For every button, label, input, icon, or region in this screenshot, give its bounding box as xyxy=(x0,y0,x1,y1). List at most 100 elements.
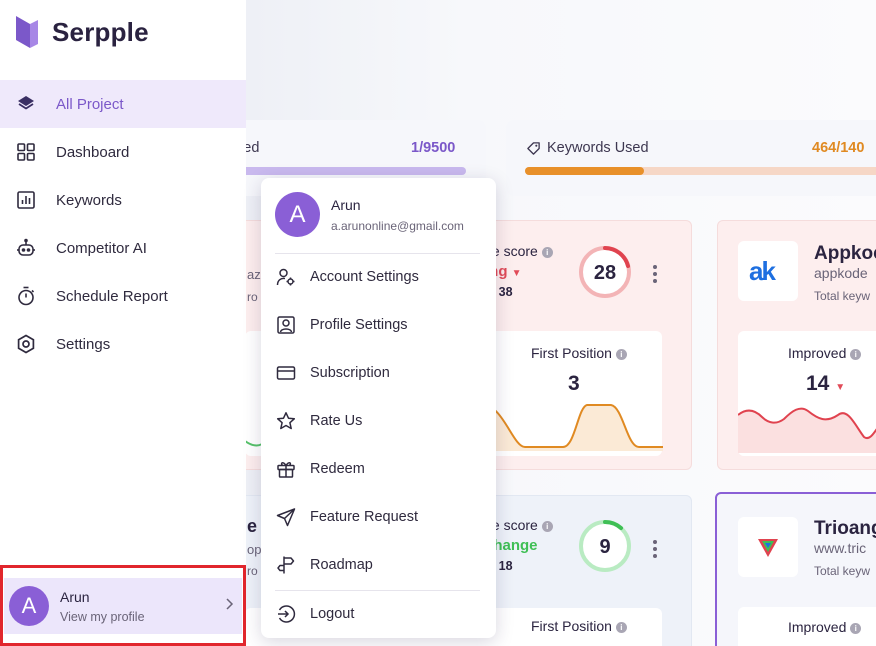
info-icon: i xyxy=(615,621,627,633)
info-icon: i xyxy=(850,348,862,360)
menu-item-label: Logout xyxy=(310,606,355,622)
trioang-logo xyxy=(738,517,798,577)
menu-item-subscription[interactable]: Subscription xyxy=(275,356,480,390)
sidebar-item-label: Competitor AI xyxy=(56,239,147,257)
dropdown-user-email: a.arunonline@gmail.com xyxy=(331,218,464,233)
menu-item-feature-request[interactable]: Feature Request xyxy=(275,500,480,534)
keywords-used-value: 464/140 xyxy=(812,140,865,156)
stopwatch-icon xyxy=(16,286,36,306)
menu-item-label: Profile Settings xyxy=(310,317,408,333)
menu-item-label: Redeem xyxy=(310,461,365,477)
dropdown-user-header: A Arun a.arunonline@gmail.com xyxy=(275,192,464,237)
improved-label: Improved i xyxy=(788,345,862,361)
sidebar-item-all-project[interactable]: All Project xyxy=(0,80,246,128)
keywords-used-label: Keywords Used xyxy=(547,140,649,156)
projects-used-bar xyxy=(246,167,466,175)
profile-highlight: A Arun View my profile xyxy=(0,565,246,646)
sidebar-item-label: Settings xyxy=(56,335,111,353)
project-card-2-name: Appkoc xyxy=(814,243,876,264)
project-card-3-url-partial: op xyxy=(247,542,262,557)
menu-item-label: Account Settings xyxy=(310,269,419,285)
menu-item-label: Roadmap xyxy=(310,557,373,573)
serpple-logo-icon xyxy=(16,16,38,48)
menu-item-label: Subscription xyxy=(310,365,390,381)
project-card-2-url: appkode xyxy=(814,265,868,281)
sidebar-item-competitor-ai[interactable]: Competitor AI xyxy=(0,224,246,272)
dropdown-user-name: Arun xyxy=(331,196,361,213)
menu-item-account-settings[interactable]: Account Settings xyxy=(275,260,480,294)
first-position-sparkline xyxy=(483,404,663,451)
project-card-4-name: Trioang xyxy=(814,518,876,539)
grid-icon xyxy=(16,142,36,162)
signpost-icon xyxy=(275,554,297,576)
divider xyxy=(275,253,480,254)
sidebar-item-schedule-report[interactable]: Schedule Report xyxy=(0,272,246,320)
project-card-2-total: Total keyw xyxy=(814,289,871,303)
id-card-icon xyxy=(275,314,297,336)
sidebar-item-label: Schedule Report xyxy=(56,287,168,305)
project-card-4-url: www.tric xyxy=(814,540,867,556)
view-profile-button[interactable]: A Arun View my profile xyxy=(4,578,242,634)
improved-label: Improved i xyxy=(788,619,862,635)
star-icon xyxy=(275,410,297,432)
project-card-2[interactable]: ak Appkoc appkode Total keyw Improved i … xyxy=(717,220,876,470)
menu-item-label: Feature Request xyxy=(310,509,419,525)
project-card-4-total: Total keyw xyxy=(814,564,871,578)
score-value: 9 xyxy=(599,536,611,558)
more-options-icon[interactable] xyxy=(653,265,657,286)
project-card-1-url-partial: ro xyxy=(247,290,258,304)
sidebar-item-label: Dashboard xyxy=(56,143,130,161)
info-icon: i xyxy=(541,520,553,532)
score-value: 28 xyxy=(593,262,617,284)
down-arrow-icon: ▼ xyxy=(835,382,846,393)
app-logo[interactable]: Serpple xyxy=(16,14,149,50)
improved-card: Improved i 14 ▼ xyxy=(738,331,876,456)
info-icon: i xyxy=(615,348,627,360)
down-arrow-icon: ▼ xyxy=(511,268,522,279)
keywords-used-stat: Keywords Used 464/140 xyxy=(506,120,876,196)
first-position-label: First Position i xyxy=(531,345,627,361)
menu-item-roadmap[interactable]: Roadmap xyxy=(275,548,480,582)
sidebar-item-dashboard[interactable]: Dashboard xyxy=(0,128,246,176)
sidebar-item-settings[interactable]: Settings xyxy=(0,320,246,368)
layers-icon xyxy=(16,94,36,114)
app-name: Serpple xyxy=(52,16,149,47)
projects-used-label: sed xyxy=(246,140,260,156)
improved-sparkline xyxy=(738,407,876,453)
profile-dropdown-menu: A Arun a.arunonline@gmail.com Account Se… xyxy=(261,178,496,638)
user-cog-icon xyxy=(275,266,297,288)
improved-card: Improved i xyxy=(738,607,876,646)
menu-item-redeem[interactable]: Redeem xyxy=(275,452,480,486)
sidebar-nav: All Project Dashboard Keywords Competito… xyxy=(0,80,246,368)
keywords-used-bar xyxy=(525,167,876,175)
improved-value: 14 ▼ xyxy=(806,372,846,395)
project-card-3-total-partial: ro xyxy=(247,564,258,578)
profile-subtitle: View my profile xyxy=(60,609,145,624)
profile-name: Arun xyxy=(60,588,90,605)
bar-chart-icon xyxy=(16,190,36,210)
menu-item-label: Rate Us xyxy=(310,413,363,429)
info-icon: i xyxy=(541,246,553,258)
menu-item-logout[interactable]: Logout xyxy=(275,597,480,631)
appkode-logo: ak xyxy=(738,241,798,301)
projects-used-value: 1/9500 xyxy=(411,140,456,156)
send-icon xyxy=(275,506,297,528)
first-position-label: First Position i xyxy=(531,618,627,634)
more-options-icon[interactable] xyxy=(653,540,657,561)
logout-icon xyxy=(275,603,297,625)
sidebar-item-keywords[interactable]: Keywords xyxy=(0,176,246,224)
avatar: A xyxy=(275,192,320,237)
tag-icon xyxy=(526,141,541,161)
sidebar-item-label: All Project xyxy=(56,95,124,113)
keywords-used-bar-fill xyxy=(525,167,644,175)
credit-card-icon xyxy=(275,362,297,384)
gift-icon xyxy=(275,458,297,480)
sidebar: Serpple All Project Dashboard Keywords C… xyxy=(0,0,246,646)
project-card-3-name-partial: e xyxy=(247,516,258,536)
settings-icon xyxy=(16,334,36,354)
menu-item-profile-settings[interactable]: Profile Settings xyxy=(275,308,480,342)
robot-icon xyxy=(16,238,36,258)
project-card-4[interactable]: Trioang www.tric Total keyw Improved i xyxy=(715,492,876,646)
info-icon: i xyxy=(850,622,862,634)
menu-item-rate-us[interactable]: Rate Us xyxy=(275,404,480,438)
